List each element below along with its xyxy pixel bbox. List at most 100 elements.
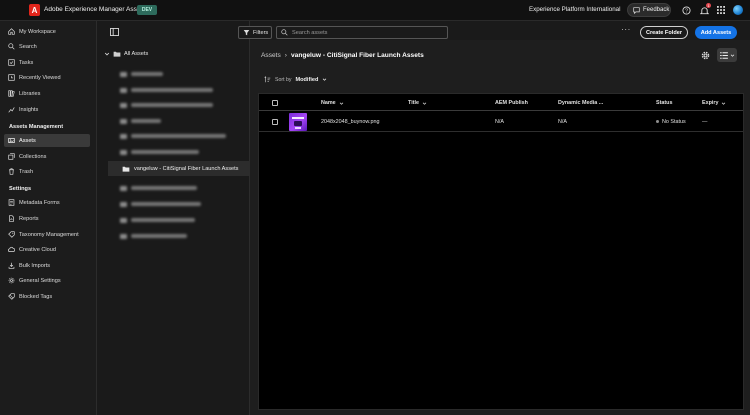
chevron-down-icon <box>730 53 734 57</box>
nav-item-collections[interactable]: Collections <box>4 150 90 163</box>
view-toggle-button[interactable] <box>717 48 737 62</box>
help-icon[interactable]: ? <box>681 5 691 15</box>
filters-button[interactable]: Filters <box>238 26 272 39</box>
feedback-icon <box>633 6 640 14</box>
nav-item-taxonomy-management[interactable]: Taxonomy Management <box>4 228 90 241</box>
tree-item-redacted[interactable] <box>120 86 213 94</box>
search-field[interactable] <box>276 26 448 39</box>
nav-item-insights[interactable]: Insights <box>4 103 90 116</box>
chevron-down-icon <box>422 101 427 105</box>
sort-value: Modified <box>295 76 319 83</box>
nav-item-tasks[interactable]: Tasks <box>4 56 90 69</box>
column-header-dynamic-media[interactable]: Dynamic Media ... <box>558 100 603 106</box>
nav-item-search[interactable]: Search <box>4 40 90 53</box>
asset-name[interactable]: 2048x2048_buynow.png <box>321 119 379 125</box>
environment-badge: DEV <box>137 5 157 15</box>
tree-item-redacted[interactable] <box>120 216 195 224</box>
folder-icon <box>120 133 127 139</box>
nav-item-creative-cloud[interactable]: Creative Cloud <box>4 243 90 256</box>
table-header: Name Title AEM Publish Dynamic Media ...… <box>259 94 743 111</box>
notifications-bell-icon[interactable]: 1 <box>699 3 711 15</box>
tree-item-redacted[interactable] <box>120 232 187 240</box>
tree-item-redacted[interactable] <box>120 101 213 109</box>
folder-icon <box>120 102 127 108</box>
folder-icon <box>120 118 127 124</box>
nav-item-trash[interactable]: Trash <box>4 165 90 178</box>
sort-icon <box>264 76 271 83</box>
chevron-down-icon <box>323 78 327 81</box>
tree-item-redacted[interactable] <box>120 70 163 78</box>
collections-icon <box>8 153 15 160</box>
asset-dynamic-media: N/A <box>558 119 567 125</box>
folder-icon <box>120 87 127 93</box>
nav-item-metadata-forms[interactable]: Metadata Forms <box>4 196 90 209</box>
column-header-title[interactable]: Title <box>408 100 427 106</box>
org-switcher[interactable]: Experience Platform International <box>529 6 621 13</box>
creative-cloud-icon <box>8 246 15 252</box>
select-all-checkbox[interactable] <box>272 100 278 106</box>
tree-item-redacted[interactable] <box>120 117 161 125</box>
asset-status: No Status <box>656 119 686 125</box>
library-icon <box>8 90 15 97</box>
asset-thumbnail[interactable] <box>289 113 307 131</box>
more-actions-icon[interactable]: ··· <box>620 26 632 36</box>
feedback-label: Feedback <box>643 7 670 13</box>
import-icon <box>8 262 15 269</box>
chevron-right-icon: › <box>284 52 287 59</box>
create-folder-button[interactable]: Create Folder <box>640 26 688 39</box>
nav-item-reports[interactable]: Reports <box>4 212 90 225</box>
tree-item-all-assets[interactable]: All Assets <box>104 51 148 57</box>
sort-control[interactable]: Sort by Modified <box>264 76 327 83</box>
table-row[interactable]: 2048x2048_buynow.png N/A N/A No Status — <box>259 111 743 132</box>
taxonomy-icon <box>8 231 15 238</box>
search-input[interactable] <box>292 29 442 36</box>
assets-icon <box>8 138 15 143</box>
tree-item-redacted[interactable] <box>120 184 197 192</box>
list-view-icon <box>719 51 728 59</box>
tree-item-redacted[interactable] <box>120 148 199 156</box>
tree-item-selected-folder[interactable]: vangeluw - CitiSignal Fiber Launch Asset… <box>108 161 249 176</box>
assets-table: Name Title AEM Publish Dynamic Media ...… <box>258 93 744 410</box>
breadcrumb-root[interactable]: Assets <box>261 52 281 59</box>
asset-expiry: — <box>702 119 708 125</box>
folder-icon <box>120 233 127 239</box>
column-header-expiry[interactable]: Expiry <box>702 100 726 106</box>
row-select-checkbox[interactable] <box>272 119 278 125</box>
nav-item-general-settings[interactable]: General Settings <box>4 274 90 287</box>
asset-aem-publish: N/A <box>495 119 504 125</box>
notification-count-badge: 1 <box>706 3 711 8</box>
nav-section-settings: Settings <box>9 186 32 192</box>
gear-icon[interactable] <box>701 51 710 60</box>
column-header-name[interactable]: Name <box>321 100 344 106</box>
app-switcher-grid-icon[interactable] <box>716 5 726 15</box>
tree-item-redacted[interactable] <box>120 200 201 208</box>
search-icon <box>8 43 15 50</box>
folder-icon <box>120 71 127 77</box>
top-bar: A Adobe Experience Manager Assets DEV Ex… <box>0 0 750 21</box>
breadcrumb: Assets › vangeluw - CitiSignal Fiber Lau… <box>261 52 424 59</box>
tree-root-label: All Assets <box>124 51 149 57</box>
nav-item-recently-viewed[interactable]: Recently Viewed <box>4 71 90 84</box>
feedback-button[interactable]: Feedback <box>627 3 671 17</box>
column-header-aem-publish[interactable]: AEM Publish <box>495 100 528 106</box>
nav-item-my-workspace[interactable]: My Workspace <box>4 25 90 38</box>
add-assets-button[interactable]: Add Assets <box>695 26 737 39</box>
nav-item-blocked-tags[interactable]: Blocked Tags <box>4 290 90 303</box>
chevron-down-icon <box>104 52 110 56</box>
tree-item-redacted[interactable] <box>120 132 226 140</box>
folder-icon <box>120 201 127 207</box>
toggle-panel-icon[interactable] <box>110 28 119 36</box>
trash-icon <box>9 168 14 175</box>
home-icon <box>8 28 15 35</box>
search-icon <box>281 29 288 36</box>
nav-item-libraries[interactable]: Libraries <box>4 87 90 100</box>
user-avatar[interactable] <box>733 5 743 15</box>
chevron-down-icon <box>339 101 343 105</box>
folder-icon <box>120 185 127 191</box>
nav-item-assets[interactable]: Assets <box>4 134 90 147</box>
folder-icon <box>113 51 121 57</box>
nav-item-bulk-imports[interactable]: Bulk Imports <box>4 259 90 272</box>
adobe-logo-icon[interactable]: A <box>29 4 40 16</box>
column-header-status[interactable]: Status <box>656 100 672 106</box>
nav-section-assets-management: Assets Management <box>9 124 64 130</box>
